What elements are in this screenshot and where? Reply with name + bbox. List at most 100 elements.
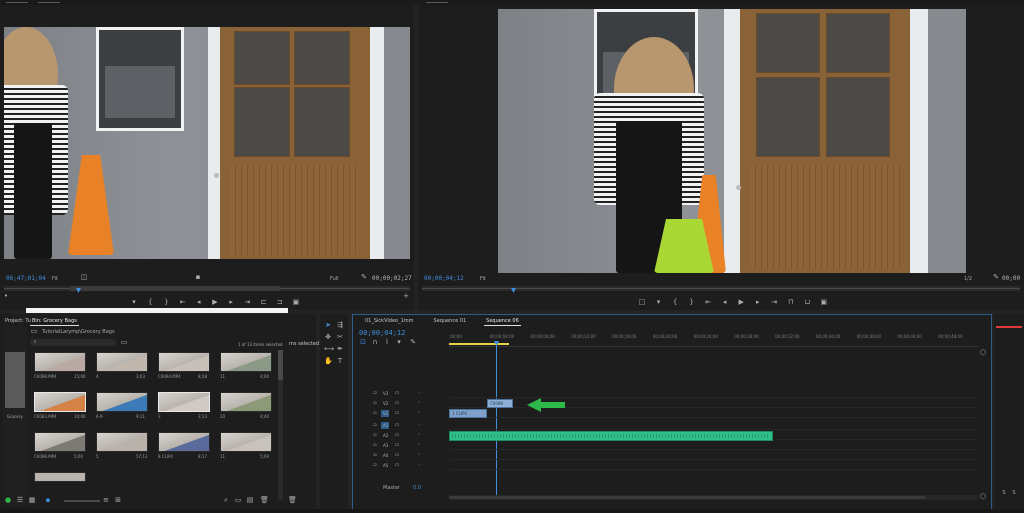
- solo-icon[interactable]: S: [1000, 490, 1008, 497]
- automate-icon[interactable]: ⊞: [114, 497, 122, 504]
- clip-thumbnail-partial[interactable]: [34, 472, 86, 482]
- wrench-icon[interactable]: ✎: [992, 274, 1000, 281]
- delete-icon[interactable]: 🗑: [260, 497, 269, 504]
- lock-icon[interactable]: ▫: [371, 462, 379, 469]
- go-to-out-icon[interactable]: ⇥: [243, 299, 251, 307]
- eye-icon[interactable]: ◦: [415, 410, 423, 417]
- tab-bin-grocery-bags[interactable]: Bin: Grocery Bags: [30, 317, 79, 326]
- clip-thumbnail[interactable]: [158, 352, 210, 372]
- mark-in-icon[interactable]: ▾: [130, 299, 138, 307]
- side-tab[interactable]: ms selected: [287, 340, 321, 348]
- tab-sequence-01[interactable]: Sequence 01: [432, 317, 469, 326]
- overwrite-icon[interactable]: ⊐: [276, 299, 284, 307]
- insert-icon[interactable]: ⊏: [260, 299, 268, 307]
- clip-thumbnail[interactable]: [96, 352, 148, 372]
- mute-icon[interactable]: ▭: [393, 462, 401, 469]
- bracket-in-icon[interactable]: {: [671, 299, 679, 307]
- sync-icon[interactable]: ▭: [393, 410, 401, 417]
- work-area-bar[interactable]: [449, 343, 509, 345]
- clip-v1-clip4[interactable]: 1 CLIP4: [449, 409, 487, 418]
- source-tab-indicator-2[interactable]: [38, 2, 60, 3]
- scroll-up-icon[interactable]: ○: [979, 349, 987, 356]
- eye-icon[interactable]: ◦: [415, 390, 423, 397]
- list-view-icon[interactable]: ☰: [16, 497, 24, 504]
- play-icon[interactable]: ▶: [737, 299, 745, 307]
- audio-track-row[interactable]: [449, 461, 979, 470]
- lock-icon[interactable]: ▫: [371, 410, 379, 417]
- lock-icon[interactable]: ▫: [371, 422, 379, 429]
- go-to-out-icon[interactable]: ⇥: [770, 299, 778, 307]
- lock-icon[interactable]: ▫: [371, 390, 379, 397]
- master-value[interactable]: 0.0: [413, 485, 421, 491]
- source-in-out-range[interactable]: [70, 286, 280, 291]
- zoom-handle-icon[interactable]: •: [2, 293, 10, 300]
- lock-icon[interactable]: ●: [4, 497, 12, 504]
- zoom-slider[interactable]: [64, 500, 100, 502]
- project-scrollbar[interactable]: [278, 350, 283, 500]
- lock-icon[interactable]: ▫: [371, 452, 379, 459]
- clip-thumbnail[interactable]: [158, 392, 210, 412]
- play-icon[interactable]: ▶: [211, 299, 219, 307]
- timeline-horizontal-scrollbar[interactable]: [449, 495, 979, 500]
- source-tab-indicator[interactable]: [6, 2, 28, 3]
- solo-icon[interactable]: ◦: [415, 452, 423, 459]
- razor-tool-icon[interactable]: ✂: [336, 334, 344, 341]
- audio-track-row[interactable]: [449, 451, 979, 460]
- bracket-out-icon[interactable]: }: [688, 299, 696, 307]
- bracket-out-icon[interactable]: }: [162, 299, 170, 307]
- add-button-icon[interactable]: +: [402, 293, 410, 300]
- wrench-icon[interactable]: ✎: [360, 274, 368, 281]
- solo-icon-2[interactable]: S: [1010, 490, 1018, 497]
- camera-icon[interactable]: ▣: [820, 299, 828, 307]
- camera-icon[interactable]: ▣: [292, 299, 300, 307]
- audio-track-row[interactable]: [449, 441, 979, 450]
- step-forward-icon[interactable]: ▸: [754, 299, 762, 307]
- ripple-edit-icon[interactable]: ✥: [324, 334, 332, 341]
- scroll-down-icon[interactable]: ○: [979, 493, 987, 500]
- program-fit-dropdown[interactable]: Fit: [480, 276, 486, 282]
- lift-icon[interactable]: ⊓: [787, 299, 795, 307]
- program-tab-indicator[interactable]: [426, 2, 448, 3]
- marker-icon[interactable]: ▾: [395, 339, 403, 346]
- safe-margins-icon[interactable]: □: [638, 299, 646, 307]
- clip-thumbnail[interactable]: [34, 392, 86, 412]
- timeline-playhead-line[interactable]: [496, 345, 497, 495]
- linked-selection-icon[interactable]: ⌇: [383, 339, 391, 346]
- video-track-row[interactable]: [449, 389, 979, 398]
- track-select-icon[interactable]: ⇶: [336, 322, 344, 329]
- hand-tool-icon[interactable]: ✋: [324, 358, 333, 365]
- sync-icon[interactable]: ▭: [393, 390, 401, 397]
- lock-icon[interactable]: ▫: [371, 442, 379, 449]
- step-forward-icon[interactable]: ▸: [227, 299, 235, 307]
- clip-thumbnail[interactable]: [34, 352, 86, 372]
- source-fit-dropdown[interactable]: Fit: [52, 276, 58, 282]
- project-side-thumbnail[interactable]: [5, 352, 25, 408]
- tab-project[interactable]: Project: Tu: [3, 317, 33, 326]
- step-back-icon[interactable]: ◂: [195, 299, 203, 307]
- go-to-in-icon[interactable]: ⇤: [704, 299, 712, 307]
- clip-thumbnail[interactable]: [158, 432, 210, 452]
- slip-tool-icon[interactable]: ⟷: [324, 346, 334, 353]
- trash-icon[interactable]: 🗑: [288, 497, 297, 504]
- nest-icon[interactable]: ⊡: [359, 339, 367, 346]
- lock-icon[interactable]: ▫: [371, 432, 379, 439]
- program-timecode[interactable]: 00;00;04;12: [424, 275, 464, 282]
- sync-icon[interactable]: ▭: [393, 400, 401, 407]
- clip-thumbnail[interactable]: [220, 352, 272, 372]
- icon-view-icon[interactable]: ▦: [28, 497, 36, 504]
- clip-thumbnail[interactable]: [220, 432, 272, 452]
- step-back-icon[interactable]: ◂: [721, 299, 729, 307]
- solo-icon[interactable]: ◦: [415, 422, 423, 429]
- clip-thumbnail[interactable]: [96, 432, 148, 452]
- tab-sequence-sickvideo[interactable]: 01_SickVideo_1mm: [363, 317, 416, 326]
- type-tool-icon[interactable]: T: [336, 358, 344, 365]
- clip-a1-audio[interactable]: [449, 431, 773, 441]
- timeline-timecode[interactable]: 00;00;04;12: [359, 329, 405, 337]
- pen-tool-icon[interactable]: ✒: [336, 346, 344, 353]
- program-resolution-dropdown[interactable]: 1/2: [964, 276, 972, 282]
- clip-thumbnail[interactable]: [220, 392, 272, 412]
- source-resolution-dropdown[interactable]: Full: [330, 276, 339, 282]
- new-bin-icon[interactable]: ▭: [120, 339, 128, 346]
- selection-tool-icon[interactable]: ➤: [324, 322, 332, 329]
- eye-icon[interactable]: ◦: [415, 400, 423, 407]
